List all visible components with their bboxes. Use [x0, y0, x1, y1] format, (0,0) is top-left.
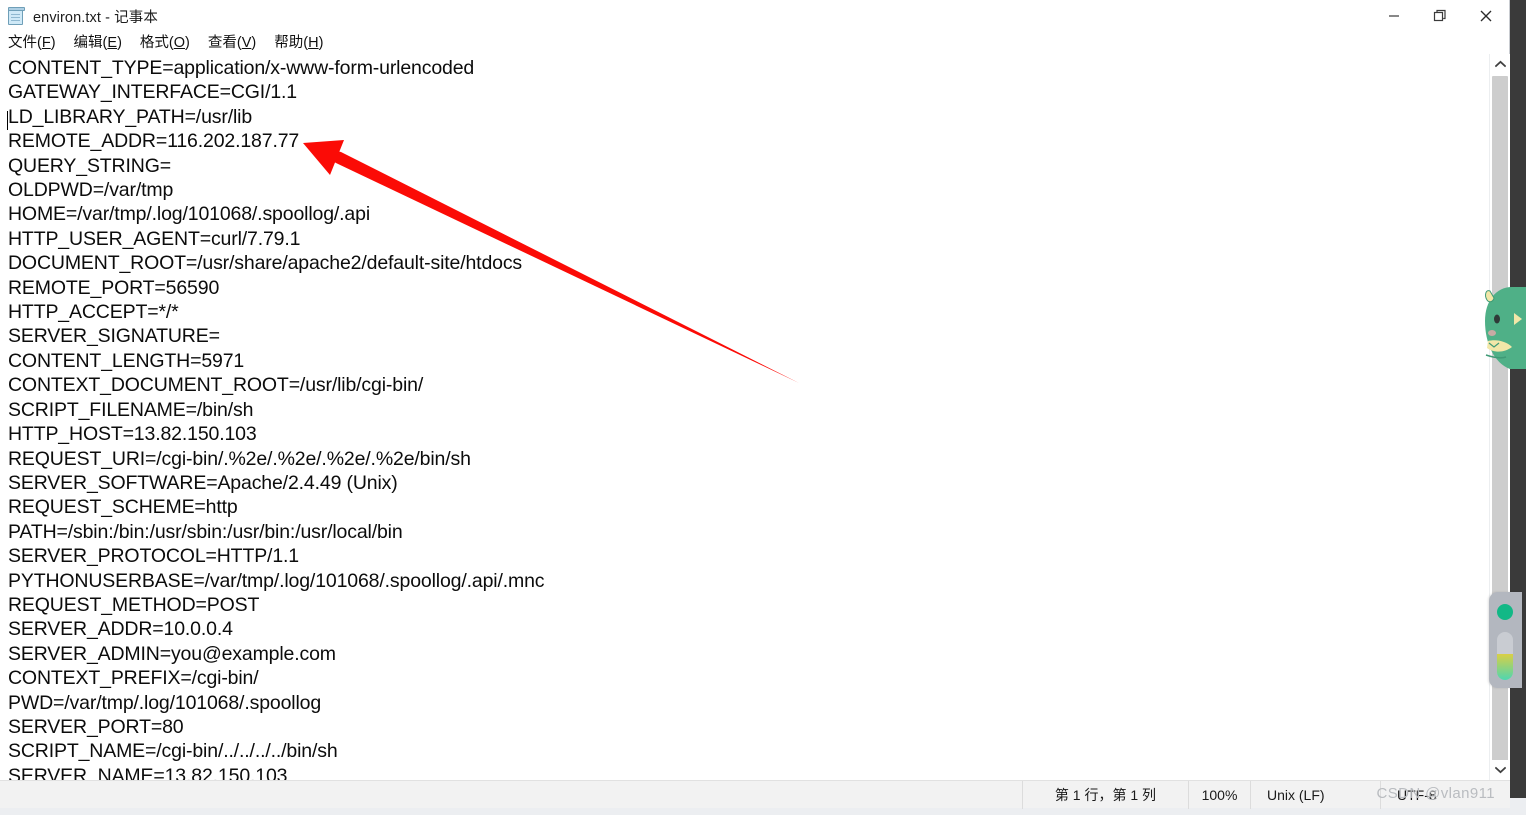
text-line: HTTP_HOST=13.82.150.103 — [8, 423, 257, 446]
menu-accel: V — [241, 34, 252, 51]
text-line: PWD=/var/tmp/.log/101068/.spoollog — [8, 691, 322, 714]
menu-label: 编辑( — [73, 34, 108, 51]
minimize-icon — [1389, 15, 1399, 17]
zoom-level-status[interactable]: 100% — [1188, 780, 1250, 809]
status-indicator-dot — [1497, 604, 1513, 620]
menu-label: 帮助( — [274, 34, 309, 51]
text-line: PYTHONUSERBASE=/var/tmp/.log/101068/.spo… — [8, 569, 545, 592]
text-line: SERVER_ADDR=10.0.0.4 — [8, 618, 233, 641]
menu-item-view[interactable]: 查看(V) — [208, 36, 256, 51]
close-icon — [1480, 10, 1492, 22]
screen: environ.txt - 记事本 文件(F) 编辑(E) 格式(O) 查看(V… — [0, 0, 1526, 815]
text-line: QUERY_STRING= — [8, 154, 171, 177]
menu-accel: E — [107, 34, 118, 51]
text-line: REMOTE_ADDR=116.202.187.77 — [8, 130, 300, 153]
restore-button[interactable] — [1417, 0, 1463, 32]
text-line: GATEWAY_INTERFACE=CGI/1.1 — [8, 81, 297, 104]
text-line: SERVER_PORT=80 — [8, 715, 184, 738]
text-line: HTTP_USER_AGENT=curl/7.79.1 — [8, 227, 301, 250]
menu-label: 文件( — [8, 34, 42, 51]
floating-status-widget[interactable] — [1486, 592, 1526, 688]
menu-item-help[interactable]: 帮助(H) — [274, 36, 323, 51]
text-content[interactable]: CONTENT_TYPE=application/x-www-form-urle… — [0, 54, 1490, 780]
gauge-track — [1497, 632, 1513, 680]
menu-accel: O — [173, 34, 186, 51]
dinosaur-mascot-icon — [1482, 283, 1526, 373]
menu-item-file[interactable]: 文件(F) — [8, 36, 56, 51]
text-line: HOME=/var/tmp/.log/101068/.spoollog/.api — [8, 203, 370, 226]
text-line: CONTENT_LENGTH=5971 — [8, 349, 245, 372]
status-bar: 第 1 行，第 1 列 100% Unix (LF) UTF-8 — [0, 780, 1510, 809]
menu-accel: F — [41, 34, 51, 51]
text-line: REQUEST_METHOD=POST — [8, 593, 260, 616]
gauge-fill — [1497, 654, 1513, 680]
text-line: REQUEST_URI=/cgi-bin/.%2e/.%2e/.%2e/.%2e… — [8, 447, 471, 470]
text-line: CONTEXT_DOCUMENT_ROOT=/usr/lib/cgi-bin/ — [8, 374, 424, 397]
text-line: SERVER_SOFTWARE=Apache/2.4.49 (Unix) — [8, 471, 398, 494]
menu-label: 查看( — [207, 34, 242, 51]
chevron-up-icon — [1494, 60, 1506, 68]
text-line: CONTEXT_PREFIX=/cgi-bin/ — [8, 667, 259, 690]
text-line: SERVER_SIGNATURE= — [8, 325, 220, 348]
text-line: OLDPWD=/var/tmp — [8, 179, 174, 202]
text-line: SERVER_NAME=13.82.150.103 — [8, 764, 288, 780]
scroll-up-button[interactable] — [1490, 54, 1510, 74]
chevron-down-icon — [1494, 766, 1506, 774]
menu-item-format[interactable]: 格式(O) — [140, 36, 190, 51]
notepad-window: environ.txt - 记事本 文件(F) 编辑(E) 格式(O) 查看(V… — [0, 0, 1510, 809]
text-line: SCRIPT_NAME=/cgi-bin/../../../../bin/sh — [8, 740, 338, 763]
window-title: environ.txt - 记事本 — [33, 9, 158, 26]
scroll-down-button[interactable] — [1490, 760, 1510, 780]
menu-item-edit[interactable]: 编辑(E) — [74, 36, 122, 51]
text-line: CONTENT_TYPE=application/x-www-form-urle… — [8, 57, 475, 79]
menu-label: 格式( — [139, 34, 174, 51]
menu-bar: 文件(F) 编辑(E) 格式(O) 查看(V) 帮助(H) — [0, 32, 1509, 54]
encoding-status[interactable]: UTF-8 — [1380, 780, 1510, 809]
text-line: REQUEST_SCHEME=http — [8, 496, 238, 519]
text-line: SERVER_ADMIN=you@example.com — [8, 642, 336, 665]
restore-icon — [1433, 9, 1446, 22]
text-editor-area[interactable]: CONTENT_TYPE=application/x-www-form-urle… — [0, 54, 1510, 780]
close-button[interactable] — [1463, 0, 1509, 32]
text-line: LD_LIBRARY_PATH=/usr/lib — [8, 105, 253, 128]
text-line: PATH=/sbin:/bin:/usr/sbin:/usr/bin:/usr/… — [8, 520, 403, 543]
text-line: HTTP_ACCEPT=*/* — [8, 301, 179, 324]
text-line: DOCUMENT_ROOT=/usr/share/apache2/default… — [8, 252, 523, 275]
menu-accel: H — [308, 34, 319, 51]
title-bar[interactable]: environ.txt - 记事本 — [0, 0, 1509, 32]
text-caret — [7, 111, 8, 130]
cursor-position-status: 第 1 行，第 1 列 — [1022, 780, 1188, 809]
text-line: SERVER_PROTOCOL=HTTP/1.1 — [8, 545, 299, 568]
text-line: SCRIPT_FILENAME=/bin/sh — [8, 398, 254, 421]
line-ending-status[interactable]: Unix (LF) — [1250, 780, 1380, 809]
minimize-button[interactable] — [1371, 0, 1417, 32]
text-line: REMOTE_PORT=56590 — [8, 276, 220, 299]
window-controls — [1371, 0, 1509, 32]
notepad-icon — [8, 7, 25, 25]
